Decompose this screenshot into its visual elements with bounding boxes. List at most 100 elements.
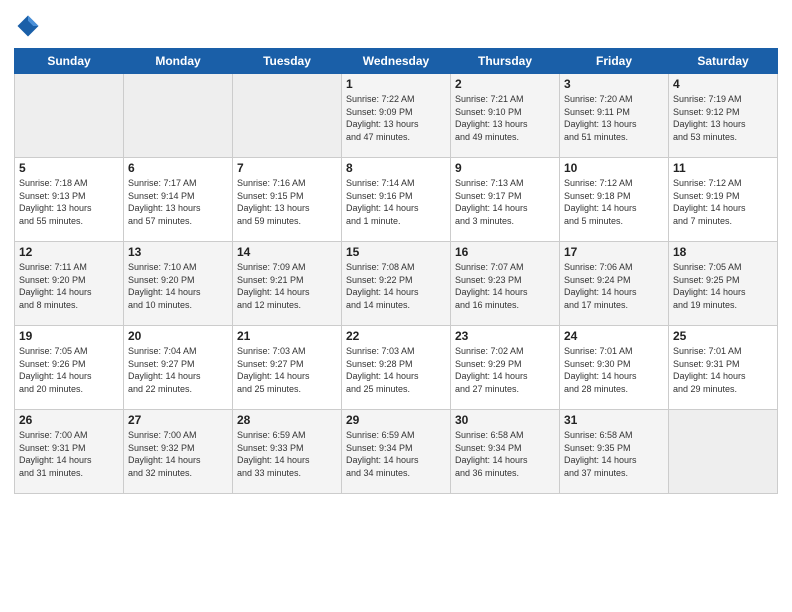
day-info: Sunrise: 7:03 AM Sunset: 9:27 PM Dayligh… [237, 345, 337, 395]
day-info: Sunrise: 7:03 AM Sunset: 9:28 PM Dayligh… [346, 345, 446, 395]
calendar-cell: 29 Sunrise: 6:59 AM Sunset: 9:34 PM Dayli… [342, 410, 451, 494]
header [14, 12, 778, 40]
day-info: Sunrise: 7:10 AM Sunset: 9:20 PM Dayligh… [128, 261, 228, 311]
day-info: Sunrise: 7:02 AM Sunset: 9:29 PM Dayligh… [455, 345, 555, 395]
calendar-cell: 18 Sunrise: 7:05 AM Sunset: 9:25 PM Dayli… [669, 242, 778, 326]
day-number: 30 [455, 413, 555, 427]
day-info: Sunrise: 7:08 AM Sunset: 9:22 PM Dayligh… [346, 261, 446, 311]
calendar-cell: 20 Sunrise: 7:04 AM Sunset: 9:27 PM Dayli… [124, 326, 233, 410]
day-info: Sunrise: 7:01 AM Sunset: 9:30 PM Dayligh… [564, 345, 664, 395]
day-number: 5 [19, 161, 119, 175]
calendar-cell: 25 Sunrise: 7:01 AM Sunset: 9:31 PM Dayli… [669, 326, 778, 410]
calendar-cell: 1 Sunrise: 7:22 AM Sunset: 9:09 PM Daylig… [342, 74, 451, 158]
calendar-cell: 23 Sunrise: 7:02 AM Sunset: 9:29 PM Dayli… [451, 326, 560, 410]
day-info: Sunrise: 6:59 AM Sunset: 9:33 PM Dayligh… [237, 429, 337, 479]
day-number: 21 [237, 329, 337, 343]
calendar-cell: 9Sunrise: 7:13 AM Sunset: 9:17 PM Daylig… [451, 158, 560, 242]
calendar-cell: 13 Sunrise: 7:10 AM Sunset: 9:20 PM Dayli… [124, 242, 233, 326]
calendar-cell [669, 410, 778, 494]
day-info: Sunrise: 7:05 AM Sunset: 9:25 PM Dayligh… [673, 261, 773, 311]
day-info: Sunrise: 7:12 AM Sunset: 9:19 PM Dayligh… [673, 177, 773, 227]
calendar-cell: 21 Sunrise: 7:03 AM Sunset: 9:27 PM Dayli… [233, 326, 342, 410]
weekday-header-friday: Friday [560, 49, 669, 74]
calendar-cell: 10 Sunrise: 7:12 AM Sunset: 9:18 PM Dayli… [560, 158, 669, 242]
calendar-cell [15, 74, 124, 158]
calendar-cell: 24 Sunrise: 7:01 AM Sunset: 9:30 PM Dayli… [560, 326, 669, 410]
day-number: 23 [455, 329, 555, 343]
day-info: Sunrise: 7:11 AM Sunset: 9:20 PM Dayligh… [19, 261, 119, 311]
calendar-week-row: 19 Sunrise: 7:05 AM Sunset: 9:26 PM Dayli… [15, 326, 778, 410]
weekday-header-thursday: Thursday [451, 49, 560, 74]
day-info: Sunrise: 7:17 AM Sunset: 9:14 PM Dayligh… [128, 177, 228, 227]
day-number: 8 [346, 161, 446, 175]
day-info: Sunrise: 7:01 AM Sunset: 9:31 PM Dayligh… [673, 345, 773, 395]
day-number: 24 [564, 329, 664, 343]
page: SundayMondayTuesdayWednesdayThursdayFrid… [0, 0, 792, 612]
calendar-cell: 28 Sunrise: 6:59 AM Sunset: 9:33 PM Dayli… [233, 410, 342, 494]
day-number: 10 [564, 161, 664, 175]
calendar-cell: 17 Sunrise: 7:06 AM Sunset: 9:24 PM Dayli… [560, 242, 669, 326]
day-info: Sunrise: 7:12 AM Sunset: 9:18 PM Dayligh… [564, 177, 664, 227]
day-number: 26 [19, 413, 119, 427]
calendar: SundayMondayTuesdayWednesdayThursdayFrid… [14, 48, 778, 494]
calendar-cell: 7Sunrise: 7:16 AM Sunset: 9:15 PM Daylig… [233, 158, 342, 242]
calendar-cell: 19 Sunrise: 7:05 AM Sunset: 9:26 PM Dayli… [15, 326, 124, 410]
calendar-cell: 30 Sunrise: 6:58 AM Sunset: 9:34 PM Dayli… [451, 410, 560, 494]
logo [14, 12, 46, 40]
day-number: 22 [346, 329, 446, 343]
day-info: Sunrise: 6:58 AM Sunset: 9:34 PM Dayligh… [455, 429, 555, 479]
calendar-cell: 14 Sunrise: 7:09 AM Sunset: 9:21 PM Dayli… [233, 242, 342, 326]
calendar-cell [124, 74, 233, 158]
calendar-cell: 22 Sunrise: 7:03 AM Sunset: 9:28 PM Dayli… [342, 326, 451, 410]
calendar-week-row: 5 Sunrise: 7:18 AM Sunset: 9:13 PM Daylig… [15, 158, 778, 242]
calendar-cell: 15 Sunrise: 7:08 AM Sunset: 9:22 PM Dayli… [342, 242, 451, 326]
day-info: Sunrise: 6:59 AM Sunset: 9:34 PM Dayligh… [346, 429, 446, 479]
day-info: Sunrise: 7:18 AM Sunset: 9:13 PM Dayligh… [19, 177, 119, 227]
day-info: Sunrise: 7:20 AM Sunset: 9:11 PM Dayligh… [564, 93, 664, 143]
day-number: 17 [564, 245, 664, 259]
calendar-week-row: 12Sunrise: 7:11 AM Sunset: 9:20 PM Dayli… [15, 242, 778, 326]
day-info: Sunrise: 7:04 AM Sunset: 9:27 PM Dayligh… [128, 345, 228, 395]
calendar-cell: 12Sunrise: 7:11 AM Sunset: 9:20 PM Dayli… [15, 242, 124, 326]
day-info: Sunrise: 7:05 AM Sunset: 9:26 PM Dayligh… [19, 345, 119, 395]
calendar-body: 1 Sunrise: 7:22 AM Sunset: 9:09 PM Daylig… [15, 74, 778, 494]
day-info: Sunrise: 7:00 AM Sunset: 9:31 PM Dayligh… [19, 429, 119, 479]
day-number: 18 [673, 245, 773, 259]
day-number: 2 [455, 77, 555, 91]
day-number: 19 [19, 329, 119, 343]
day-info: Sunrise: 7:06 AM Sunset: 9:24 PM Dayligh… [564, 261, 664, 311]
calendar-cell [233, 74, 342, 158]
day-number: 1 [346, 77, 446, 91]
day-info: Sunrise: 6:58 AM Sunset: 9:35 PM Dayligh… [564, 429, 664, 479]
calendar-cell: 8 Sunrise: 7:14 AM Sunset: 9:16 PM Daylig… [342, 158, 451, 242]
day-info: Sunrise: 7:19 AM Sunset: 9:12 PM Dayligh… [673, 93, 773, 143]
day-number: 7 [237, 161, 337, 175]
day-info: Sunrise: 7:09 AM Sunset: 9:21 PM Dayligh… [237, 261, 337, 311]
day-number: 28 [237, 413, 337, 427]
calendar-cell: 27 Sunrise: 7:00 AM Sunset: 9:32 PM Dayli… [124, 410, 233, 494]
day-number: 14 [237, 245, 337, 259]
weekday-header-sunday: Sunday [15, 49, 124, 74]
day-number: 27 [128, 413, 228, 427]
day-number: 31 [564, 413, 664, 427]
day-info: Sunrise: 7:14 AM Sunset: 9:16 PM Dayligh… [346, 177, 446, 227]
calendar-cell: 11 Sunrise: 7:12 AM Sunset: 9:19 PM Dayli… [669, 158, 778, 242]
weekday-header-wednesday: Wednesday [342, 49, 451, 74]
calendar-cell: 3 Sunrise: 7:20 AM Sunset: 9:11 PM Daylig… [560, 74, 669, 158]
day-info: Sunrise: 7:22 AM Sunset: 9:09 PM Dayligh… [346, 93, 446, 143]
day-info: Sunrise: 7:07 AM Sunset: 9:23 PM Dayligh… [455, 261, 555, 311]
weekday-header-monday: Monday [124, 49, 233, 74]
day-number: 13 [128, 245, 228, 259]
day-info: Sunrise: 7:00 AM Sunset: 9:32 PM Dayligh… [128, 429, 228, 479]
calendar-week-row: 26 Sunrise: 7:00 AM Sunset: 9:31 PM Dayli… [15, 410, 778, 494]
day-number: 16 [455, 245, 555, 259]
day-number: 4 [673, 77, 773, 91]
day-info: Sunrise: 7:21 AM Sunset: 9:10 PM Dayligh… [455, 93, 555, 143]
day-number: 3 [564, 77, 664, 91]
day-number: 15 [346, 245, 446, 259]
day-number: 11 [673, 161, 773, 175]
day-number: 29 [346, 413, 446, 427]
day-number: 25 [673, 329, 773, 343]
day-number: 20 [128, 329, 228, 343]
calendar-cell: 6Sunrise: 7:17 AM Sunset: 9:14 PM Daylig… [124, 158, 233, 242]
